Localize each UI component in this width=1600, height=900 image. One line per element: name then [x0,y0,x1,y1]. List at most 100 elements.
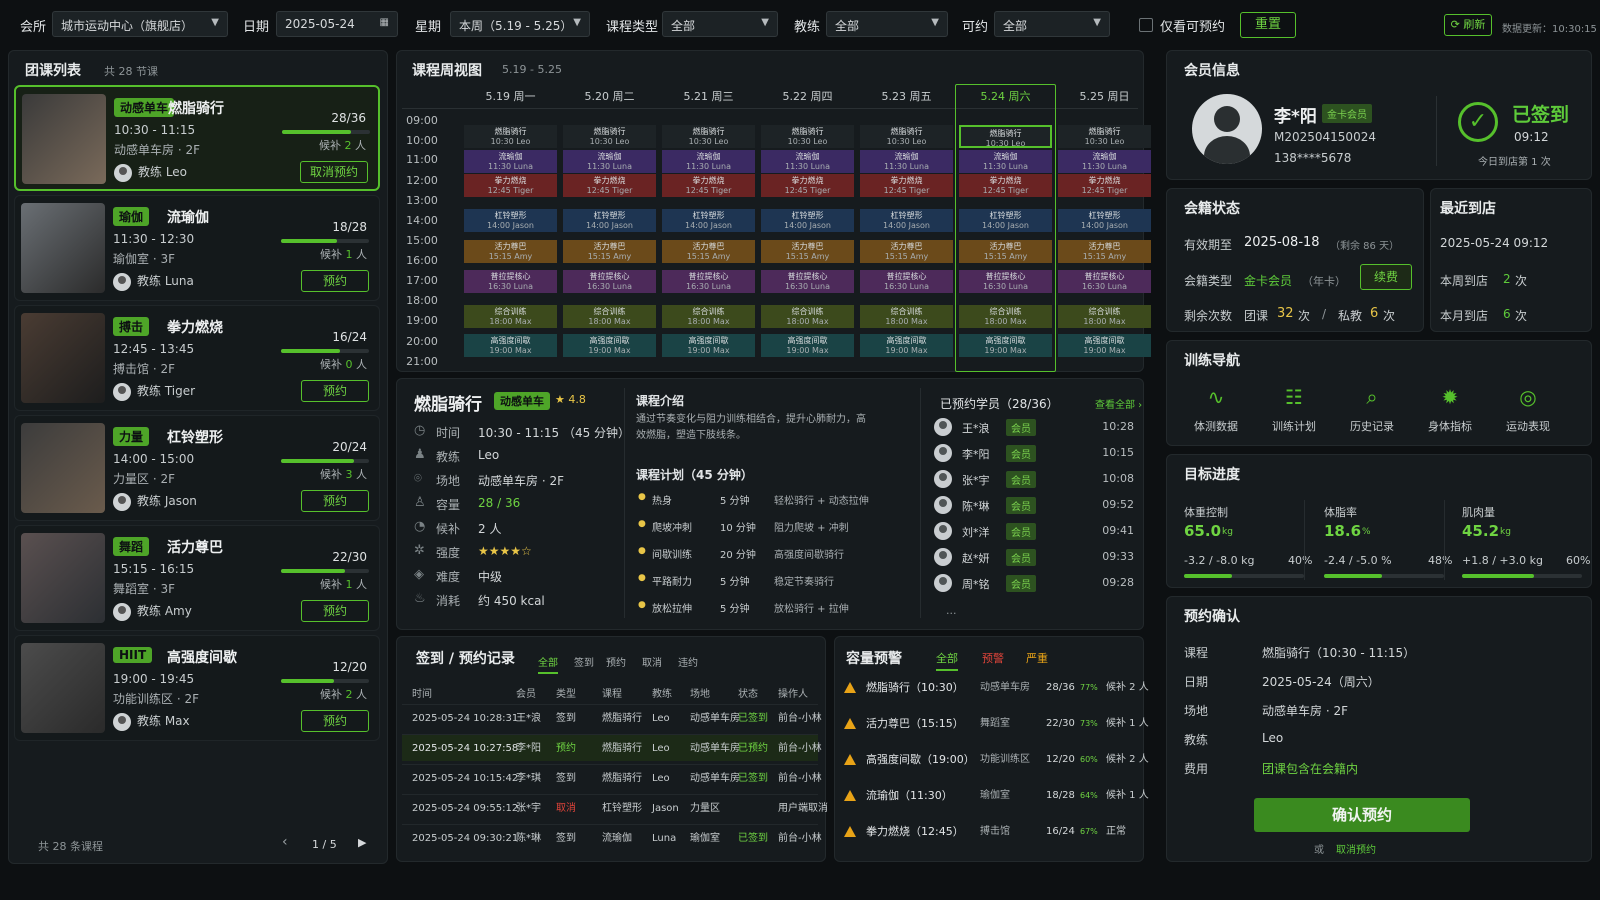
calendar-class-cell[interactable]: 综合训练 18:00 Max [761,305,854,328]
calendar-class-cell[interactable]: 拳力燃烧 12:45 Tiger [761,174,854,197]
calendar-class-cell[interactable]: 普拉提核心 16:30 Luna [1058,270,1151,293]
calendar-class-cell[interactable]: 活力尊巴 15:15 Amy [464,240,557,263]
calendar-class-cell[interactable]: 活力尊巴 15:15 Amy [860,240,953,263]
record-row[interactable]: 2025-05-24 10:28:31 王*浪 签到 燃脂骑行 Leo 动感单车房 已签到前… [402,704,822,731]
calendar-class-cell[interactable]: 杠铃塑形 14:00 Jason [1058,209,1151,232]
capacity-tab[interactable]: 预警 [982,650,1004,666]
records-tab[interactable]: 违约 [678,654,698,669]
calendar-class-cell[interactable]: 普拉提核心 16:30 Luna [761,270,854,293]
calendar-class-cell[interactable]: 流瑜伽 11:30 Luna [662,150,755,173]
records-tab[interactable]: 取消 [642,654,662,669]
only-bookable-checkbox[interactable] [1139,18,1153,32]
booked-student-row[interactable]: 张*宇 会员 10:08 [934,470,1134,492]
calendar-class-cell[interactable]: 活力尊巴 15:15 Amy [662,240,755,263]
calendar-class-cell[interactable]: 普拉提核心 16:30 Luna [662,270,755,293]
booked-student-row[interactable]: 周*铭 会员 09:28 [934,574,1134,596]
calendar-class-cell[interactable]: 活力尊巴 15:15 Amy [959,240,1052,263]
record-row[interactable]: 2025-05-24 09:30:21 陈*琳 签到 流瑜伽 Luna 瑜伽室 已签到 前台-… [402,824,822,851]
calendar-class-cell[interactable]: 活力尊巴 15:15 Amy [761,240,854,263]
nav-item[interactable]: ✹ 身体指标 [1412,382,1488,434]
capacity-warning-row[interactable]: 流瑜伽（11:30） 瑜伽室 18/28 64% 候补 1 人 [842,779,1149,813]
calendar-class-cell[interactable]: 高强度间歇 19:00 Max [761,334,854,357]
calendar-class-cell[interactable]: 燃脂骑行 10:30 Leo [761,125,854,148]
calendar-class-cell[interactable]: 普拉提核心 16:30 Luna [563,270,656,293]
capacity-tab[interactable]: 全部 [936,650,958,671]
calendar-class-cell[interactable]: 高强度间歇 19:00 Max [1058,334,1151,357]
calendar-class-cell[interactable]: 燃脂骑行 10:30 Leo [860,125,953,148]
calendar-class-cell[interactable]: 拳力燃烧 12:45 Tiger [464,174,557,197]
calendar-class-cell[interactable]: 普拉提核心 16:30 Luna [464,270,557,293]
capacity-warning-row[interactable]: 拳力燃烧（12:45） 搏击馆 16/24 67% 正常 [842,815,1148,849]
calendar-class-cell[interactable]: 拳力燃烧 12:45 Tiger [563,174,656,197]
record-row[interactable]: 2025-05-24 10:27:58 李*阳 预约 燃脂骑行 Leo 动感单车房 已预约前… [402,734,822,761]
capacity-warning-row[interactable]: 高强度间歇（19:00） 功能训练区 12/20 60% 候补 2 人 [842,743,1149,777]
calendar-class-cell[interactable]: 拳力燃烧 12:45 Tiger [860,174,953,197]
calendar-class-cell[interactable]: 流瑜伽 11:30 Luna [563,150,656,173]
records-tab[interactable]: 预约 [606,654,626,669]
records-tab[interactable]: 全部 [538,654,558,674]
capacity-tab[interactable]: 严重 [1026,650,1048,666]
records-tab[interactable]: 签到 [574,654,594,669]
class-card[interactable]: 力量 杠铃塑形 14:00 - 15:00 力量区 · 2F 教练 Jason 20/24… [14,415,380,521]
calendar-class-cell[interactable]: 普拉提核心 16:30 Luna [959,270,1052,293]
book-button[interactable]: 预约 [301,600,369,622]
calendar-class-cell[interactable]: 综合训练 18:00 Max [1058,305,1151,328]
calendar-class-cell[interactable]: 高强度间歇 19:00 Max [959,334,1052,357]
date-picker[interactable]: 2025-05-24 ▦ [276,11,398,37]
calendar-class-cell[interactable]: 流瑜伽 11:30 Luna [761,150,854,173]
type-select[interactable]: 全部 ▼ [662,11,778,37]
class-card[interactable]: 瑜伽 流瑜伽 11:30 - 12:30 瑜伽室 · 3F 教练 Luna 18/28 候补… [14,195,380,301]
view-all-link[interactable]: 查看全部 › [1095,396,1142,411]
capacity-warning-row[interactable]: 燃脂骑行（10:30） 动感单车房 28/36 77% 候补 2 人 [842,671,1149,705]
booked-student-row[interactable]: 赵*妍 会员 09:33 [934,548,1134,570]
reset-button[interactable]: 重置 [1240,12,1296,38]
book-button[interactable]: 预约 [301,710,369,732]
booked-student-row[interactable]: 李*阳 会员 10:15 [934,444,1134,466]
calendar-class-cell[interactable]: 流瑜伽 11:30 Luna [1058,150,1151,173]
calendar-class-cell[interactable]: 杠铃塑形 14:00 Jason [662,209,755,232]
cancel-booking-link[interactable]: 取消预约 [1336,841,1376,856]
week-select[interactable]: 本周（5.19 - 5.25） ▼ [450,11,590,37]
calendar-class-cell[interactable]: 燃脂骑行 10:30 Leo [959,125,1052,148]
calendar-class-cell[interactable]: 高强度间歇 19:00 Max [662,334,755,357]
calendar-class-cell[interactable]: 燃脂骑行 10:30 Leo [563,125,656,148]
record-row[interactable]: 2025-05-24 09:55:12 张*宇 取消 杠铃塑形 Jason 力量区 用户端取… [402,794,828,821]
nav-item[interactable]: ◎ 运动表现 [1490,382,1566,434]
nav-item[interactable]: ∿ 体测数据 [1178,382,1254,434]
calendar-class-cell[interactable]: 综合训练 18:00 Max [959,305,1052,328]
calendar-class-cell[interactable]: 活力尊巴 15:15 Amy [563,240,656,263]
booked-student-row[interactable]: 王*浪 会员 10:28 [934,418,1134,440]
calendar-class-cell[interactable]: 拳力燃烧 12:45 Tiger [662,174,755,197]
nav-item[interactable]: ☷ 训练计划 [1256,382,1332,434]
calendar-class-cell[interactable]: 燃脂骑行 10:30 Leo [662,125,755,148]
renew-button[interactable]: 续费 [1360,264,1412,290]
nav-item[interactable]: ⌕ 历史记录 [1334,382,1410,434]
calendar-class-cell[interactable]: 综合训练 18:00 Max [662,305,755,328]
confirm-booking-button[interactable]: 确认预约 [1254,798,1470,832]
next-page-icon[interactable]: ▶ [358,836,366,849]
calendar-class-cell[interactable]: 杠铃塑形 14:00 Jason [959,209,1052,232]
book-button[interactable]: 预约 [301,270,369,292]
calendar-class-cell[interactable]: 流瑜伽 11:30 Luna [959,150,1052,173]
calendar-class-cell[interactable]: 综合训练 18:00 Max [464,305,557,328]
calendar-class-cell[interactable]: 杠铃塑形 14:00 Jason [464,209,557,232]
calendar-class-cell[interactable]: 拳力燃烧 12:45 Tiger [959,174,1052,197]
calendar-class-cell[interactable]: 杠铃塑形 14:00 Jason [761,209,854,232]
booked-student-row[interactable]: 陈*琳 会员 09:52 [934,496,1134,518]
calendar-class-cell[interactable]: 普拉提核心 16:30 Luna [860,270,953,293]
class-card[interactable]: 搏击 拳力燃烧 12:45 - 13:45 搏击馆 · 2F 教练 Tiger 16/24… [14,305,380,411]
calendar-class-cell[interactable]: 杠铃塑形 14:00 Jason [563,209,656,232]
avail-select[interactable]: 全部 ▼ [994,11,1110,37]
calendar-class-cell[interactable]: 燃脂骑行 10:30 Leo [1058,125,1151,148]
book-button[interactable]: 预约 [301,490,369,512]
record-row[interactable]: 2025-05-24 10:15:42 李*琪 签到 燃脂骑行 Leo 动感单车房 已签到前… [402,764,822,791]
book-button[interactable]: 预约 [301,380,369,402]
calendar-class-cell[interactable]: 高强度间歇 19:00 Max [464,334,557,357]
calendar-class-cell[interactable]: 高强度间歇 19:00 Max [563,334,656,357]
calendar-class-cell[interactable]: 高强度间歇 19:00 Max [860,334,953,357]
calendar-class-cell[interactable]: 杠铃塑形 14:00 Jason [860,209,953,232]
calendar-class-cell[interactable]: 活力尊巴 15:15 Amy [1058,240,1151,263]
calendar-class-cell[interactable]: 拳力燃烧 12:45 Tiger [1058,174,1151,197]
calendar-class-cell[interactable]: 综合训练 18:00 Max [860,305,953,328]
refresh-button[interactable]: ⟳ 刷新 [1444,14,1492,36]
